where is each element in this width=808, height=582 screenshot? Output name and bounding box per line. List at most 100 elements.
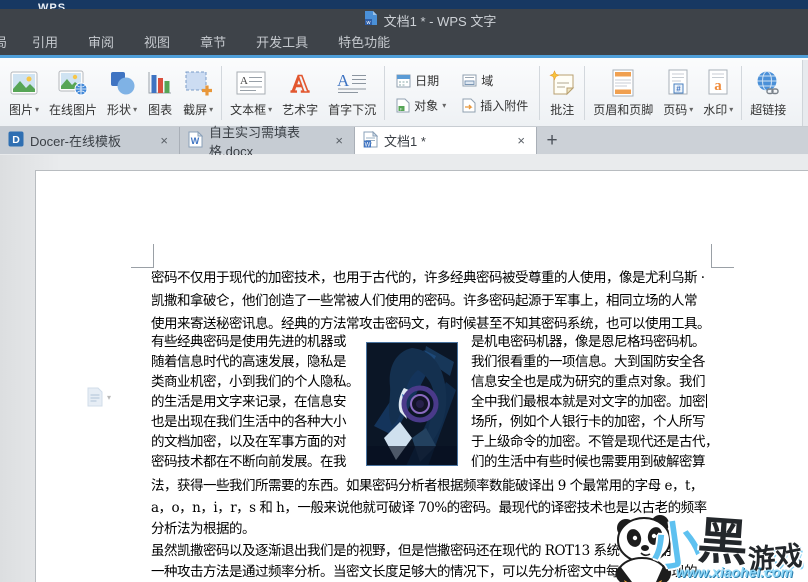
tab-docer-templates[interactable]: D Docer-在线模板 × [0, 127, 180, 154]
new-tab-button[interactable]: + [537, 127, 567, 154]
object-label: 对象 [414, 99, 439, 113]
paragraph-3[interactable]: 法，获得一些我们所需要的东西。如果密码分析者根据频率数能破译出 9 个最常用的字… [151, 476, 707, 582]
tab-document1-active[interactable]: W 文档1 * × [355, 127, 537, 154]
text-cursor [706, 394, 707, 408]
menu-tab-dev-tools[interactable]: 开发工具 [241, 31, 323, 55]
text-line: 虽然凯撒密码以及逐渐退出我们是的视野，但是恺撒密码还在现代的 ROT13 系统中… [151, 542, 685, 559]
watermark-icon: a [706, 65, 730, 101]
svg-text:a: a [715, 78, 723, 94]
svg-text:A: A [291, 71, 309, 96]
text-line: 法，获得一些我们所需要的东西。如果密码分析者根据频率数能破译出 9 个最常用的字… [151, 478, 703, 494]
field-button[interactable]: 域 [462, 72, 528, 89]
window-title: 文档1 * - WPS 文字 [383, 13, 497, 29]
field-label: 域 [481, 74, 494, 88]
wordart-button[interactable]: A 艺术字 [278, 61, 322, 125]
shapes-button[interactable]: 形状 ▾ [103, 61, 141, 125]
svg-text:D: D [12, 134, 20, 146]
wrap-left-column: 有些经典密码是使用先进的机器或 随着信息时代的高速发展，隐私是 类商业机密，小到… [151, 332, 366, 472]
svg-text:w: w [365, 20, 370, 26]
object-button[interactable]: F 对象 ▾ [396, 97, 446, 114]
textbox-label: 文本框 [230, 103, 267, 117]
wrap-right-column: 是机电密码机器，像是恩尼格玛密码机。 我们很看重的一项信息。大到国防安全各 信息… [471, 332, 756, 472]
toolbar-separator [539, 66, 541, 120]
outline-doc-icon [87, 387, 103, 407]
dropcap-button[interactable]: A 首字下沉 [324, 61, 380, 125]
tab-internship-form-docx[interactable]: W 自主实习需填表格.docx × [180, 125, 355, 159]
text-line: a，o，n，i，r，s 和 h，一般来说他就可破译 70%的密码。最现代的译密技… [151, 499, 707, 516]
document-file-icon: w [364, 10, 378, 31]
dropcap-label: 首字下沉 [328, 103, 377, 117]
picture-button[interactable]: 图片 ▾ [5, 61, 43, 125]
menu-tab-view[interactable]: 视图 [129, 31, 185, 55]
svg-text:#: # [677, 85, 682, 94]
ribbon-menu-bar: 局 引用 审阅 视图 章节 开发工具 特色功能 [0, 31, 808, 55]
online-picture-icon [58, 65, 88, 101]
calendar-icon [396, 74, 411, 88]
document-page[interactable]: ▾ 密码不仅用于现代的加密技术，也用于古代的，许多经典密码被受尊重的人使用，像是… [35, 170, 808, 582]
comment-icon [548, 65, 576, 101]
margin-corner-mark-right [711, 244, 734, 268]
insert-small-group: 日期 域 F 对象 ▾ 插入附件 [388, 60, 536, 126]
dropdown-arrow-icon: ▾ [133, 105, 138, 114]
svg-text:A: A [240, 75, 248, 87]
wordart-label: 艺术字 [282, 103, 319, 117]
clipped-toolbar-button[interactable] [802, 60, 808, 126]
dropdown-arrow-icon: ▾ [209, 105, 214, 114]
online-picture-label: 在线图片 [49, 103, 98, 117]
hyperlink-button[interactable]: 超链接 [746, 61, 790, 125]
svg-text:W: W [365, 142, 371, 148]
text-line: 们的生活中有些时候也需要用到破解密算 [471, 454, 706, 470]
page-number-button[interactable]: # 页码 ▾ [659, 61, 697, 125]
text-line: 全中我们最根本就是对文字的加密。加密 [471, 394, 707, 410]
tab-label: Docer-在线模板 [30, 134, 122, 149]
menu-tab-page-layout-partial[interactable]: 局 [0, 31, 17, 55]
menu-tab-references[interactable]: 引用 [17, 31, 73, 55]
chart-icon [147, 65, 173, 101]
title-bar[interactable]: w 文档1 * - WPS 文字 [0, 9, 808, 31]
watermark-label: 水印 [703, 103, 728, 117]
date-button[interactable]: 日期 [396, 72, 446, 89]
toolbar-separator [741, 66, 743, 120]
textbox-icon: A [236, 65, 266, 101]
dropdown-arrow-icon: ▾ [268, 105, 273, 114]
menu-tab-special-features[interactable]: 特色功能 [323, 31, 405, 55]
text-line: 的文档加密，以及在军事方面的对 [151, 434, 347, 450]
wps-logo: WPS [38, 2, 67, 9]
text-line: 的生活是用文字来记录，在信息安 [151, 394, 347, 410]
menu-tab-review[interactable]: 审阅 [73, 31, 129, 55]
hyperlink-icon [754, 65, 782, 101]
screenshot-label: 截屏 [183, 103, 208, 117]
text-line: 凯撒和拿破仑，他们创造了一些常被人们使用的密码。许多密码起源于军事上，相同立场的… [151, 293, 698, 309]
page-number-icon: # [666, 65, 690, 101]
watermark-button[interactable]: a 水印 ▾ [699, 61, 737, 125]
wordart-icon: A [287, 65, 313, 101]
attachment-label: 插入附件 [480, 99, 529, 113]
text-line: 分析法为根据的。 [151, 521, 255, 537]
screenshot-button[interactable]: 截屏 ▾ [179, 61, 217, 125]
paragraph-1[interactable]: 密码不仅用于现代的加密技术，也用于古代的，许多经典密码被受尊重的人使用，像是尤利… [151, 267, 711, 336]
menu-tab-section[interactable]: 章节 [185, 31, 241, 55]
text-line: 一种攻击方法是通过频率分析。当密文长度足够大的情况下，可以先分析密文中每个字母出… [151, 564, 697, 580]
comment-label: 批注 [550, 103, 575, 117]
date-label: 日期 [415, 74, 440, 88]
chart-button[interactable]: 图表 [143, 61, 177, 125]
dropdown-arrow-icon: ▾ [442, 101, 447, 110]
close-tab-icon[interactable]: × [514, 133, 528, 148]
comment-button[interactable]: 批注 [544, 61, 580, 125]
online-picture-button[interactable]: 在线图片 [45, 61, 101, 125]
nav-pane-hint[interactable]: ▾ [86, 387, 111, 407]
insert-attachment-button[interactable]: 插入附件 [462, 97, 528, 114]
screenshot-icon [184, 65, 213, 101]
header-footer-button[interactable]: 页眉和页脚 [589, 61, 657, 125]
close-tab-icon[interactable]: × [332, 133, 346, 148]
object-icon: F [396, 98, 410, 113]
document-workspace: ▾ 密码不仅用于现代的加密技术，也用于古代的，许多经典密码被受尊重的人使用，像是… [0, 155, 808, 582]
tab-label: 文档1 * [384, 134, 426, 149]
text-line: 我们很看重的一项信息。大到国防安全各 [471, 354, 706, 370]
close-tab-icon[interactable]: × [157, 133, 171, 148]
tab-label: 自主实习需填表格.docx [209, 124, 301, 159]
inline-anime-image[interactable] [366, 342, 458, 466]
toolbar-separator [384, 66, 386, 120]
insert-toolbar: 图片 ▾ 在线图片 形状 ▾ 图表 截屏 ▾ A 文本框 ▾ A 艺术字 A 首… [0, 58, 808, 127]
textbox-button[interactable]: A 文本框 ▾ [226, 61, 276, 125]
